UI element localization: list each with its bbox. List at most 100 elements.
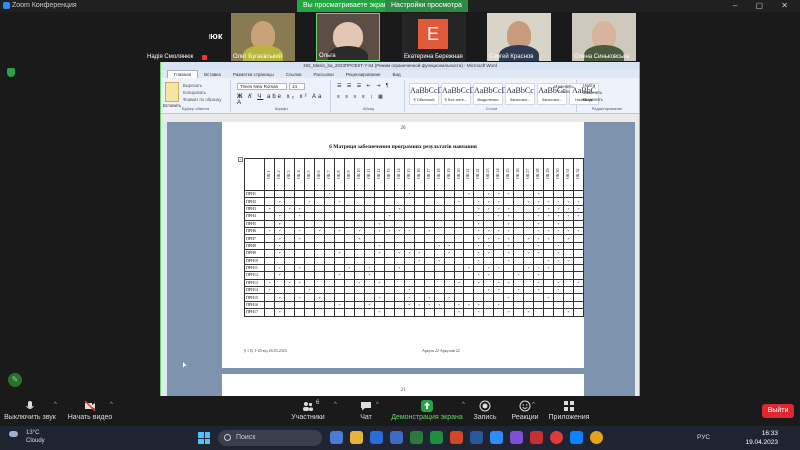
viber-icon[interactable] — [510, 431, 523, 444]
matrix-cell: + — [493, 226, 505, 236]
encryption-shield-icon[interactable] — [7, 68, 15, 77]
matrix-cell — [423, 249, 435, 258]
participant-tile[interactable]: Сергей Краснов — [487, 13, 551, 61]
matrix-cell — [334, 241, 346, 251]
acrobat-icon[interactable] — [530, 431, 543, 444]
matrix-cell — [463, 226, 475, 236]
matrix-cell — [523, 256, 535, 265]
column-label: ОК 6 — [316, 169, 322, 179]
participant-tile-active[interactable]: Ольга — [316, 13, 380, 61]
task-view-icon[interactable] — [330, 431, 343, 444]
excel-icon-2[interactable] — [430, 431, 443, 444]
exit-button[interactable]: Выйти — [762, 404, 794, 418]
participant-tile[interactable]: Олег Бугаєвський — [231, 13, 295, 61]
edge-icon[interactable] — [370, 431, 383, 444]
matrix-row: ПРН15 + + + + + + + + + — [243, 293, 585, 302]
chat-caret[interactable]: ^ — [376, 402, 379, 408]
matrix-cell: + — [363, 300, 375, 310]
matrix-cell — [324, 263, 336, 273]
reactions-caret[interactable]: ^ — [532, 402, 535, 408]
start-video-button[interactable]: Начать видео — [64, 400, 116, 421]
style-name: Заголово... — [541, 97, 563, 102]
record-button[interactable]: Запись — [470, 400, 500, 421]
matrix-cell — [363, 286, 375, 295]
matrix-column-header: ОК 16 — [413, 158, 425, 191]
system-clock[interactable]: 16:33 19.04.2023 — [745, 429, 778, 447]
matrix-cell — [403, 204, 415, 214]
matrix-cell — [513, 278, 525, 288]
mute-button[interactable]: Выключить звук — [4, 400, 56, 421]
column-label: ОК 7 — [326, 169, 332, 179]
matrix-cell: + — [493, 263, 505, 273]
matrix-cell — [493, 241, 505, 251]
participant-tile[interactable]: Надія Смолянюк — [145, 13, 209, 61]
column-label: ОК 2 — [276, 169, 282, 179]
word-tab: Рецензирование — [345, 72, 381, 77]
telegram-icon[interactable] — [570, 431, 583, 444]
matrix-cell: + — [483, 197, 495, 206]
participant-tile[interactable]: E Екатерина Бережная — [402, 13, 466, 61]
matrix-cell — [523, 219, 535, 228]
style-gallery-item: AaBbCcDc ¶ Обычный — [409, 83, 447, 105]
participant-tile[interactable]: Олена Синьковська — [572, 13, 636, 61]
view-options-button[interactable]: Настройки просмотра — [385, 0, 468, 12]
matrix-cell: + — [403, 286, 415, 295]
column-label: ОК 18 — [435, 167, 441, 179]
matrix-cell: + — [563, 204, 574, 214]
matrix-row: ПРН1 + + + + + + + — [243, 189, 585, 199]
matrix-cell — [433, 249, 445, 258]
matrix-cell — [433, 234, 445, 243]
chrome-icon[interactable] — [590, 431, 603, 444]
opera-icon[interactable] — [550, 431, 563, 444]
matrix-cell — [463, 308, 475, 317]
taskbar-search-input[interactable]: Поиск — [218, 430, 322, 446]
matrix-cell — [324, 286, 336, 295]
matrix-row: ПРН14 + + + + + + + + — [243, 286, 585, 295]
reactions-button[interactable]: Реакции — [510, 400, 540, 421]
matrix-cell — [354, 293, 365, 302]
share-screen-button[interactable]: Демонстрация экрана — [390, 400, 464, 421]
zoom-icon[interactable] — [490, 431, 503, 444]
matrix-cell — [572, 271, 585, 280]
row-label: ПРН11 — [243, 263, 266, 273]
store-icon[interactable] — [390, 431, 403, 444]
matrix-cell: + — [543, 212, 555, 221]
matrix-cell: + — [413, 249, 425, 258]
clipboard-group: Вставить Вырезать Копировать Формат по о… — [161, 80, 231, 112]
matrix-cell — [264, 300, 276, 310]
mic-muted-icon — [202, 55, 207, 60]
apps-button[interactable]: Приложения — [546, 400, 592, 421]
participants-caret[interactable]: ^ — [334, 402, 337, 408]
matrix-column-header: ОК 27 — [523, 158, 535, 191]
participants-button[interactable]: Участники — [290, 400, 326, 421]
matrix-cell: + — [453, 300, 465, 310]
matrix-cell: + — [463, 189, 475, 199]
window-controls[interactable]: – ▢ ✕ — [733, 1, 796, 10]
language-indicator[interactable]: РУС — [697, 434, 710, 441]
excel-icon[interactable] — [410, 431, 423, 444]
video-options-caret[interactable]: ^ — [110, 402, 113, 408]
file-explorer-icon[interactable] — [350, 431, 363, 444]
matrix-row: ПРН7 + + + + + + + + + + + — [243, 234, 585, 243]
matrix-cell: + — [533, 271, 545, 280]
matrix-cell: + — [483, 249, 495, 258]
audio-options-caret[interactable]: ^ — [54, 402, 57, 408]
powerpoint-icon[interactable] — [450, 431, 463, 444]
windows-start-icon[interactable] — [198, 432, 210, 444]
matrix-cell — [363, 293, 375, 302]
matrix-column-header: ОК 2 — [274, 158, 286, 191]
matrix-cell: + — [503, 204, 515, 214]
matrix-cell: + — [533, 189, 545, 199]
annotate-pencil-icon[interactable]: ✎ — [8, 373, 22, 387]
matrix-row: ПРН11 + + + + + + + + + + + — [243, 263, 585, 273]
matrix-cell — [553, 300, 565, 310]
matrix-cell — [344, 204, 355, 214]
matrix-cell — [572, 308, 585, 317]
matrix-cell — [443, 256, 455, 265]
word-icon[interactable] — [470, 431, 483, 444]
matrix-cell: + — [563, 226, 574, 236]
matrix-cell: + — [553, 197, 565, 206]
matrix-cell — [354, 263, 365, 273]
share-caret[interactable]: ^ — [462, 402, 465, 408]
chat-button[interactable]: Чат — [354, 400, 378, 421]
